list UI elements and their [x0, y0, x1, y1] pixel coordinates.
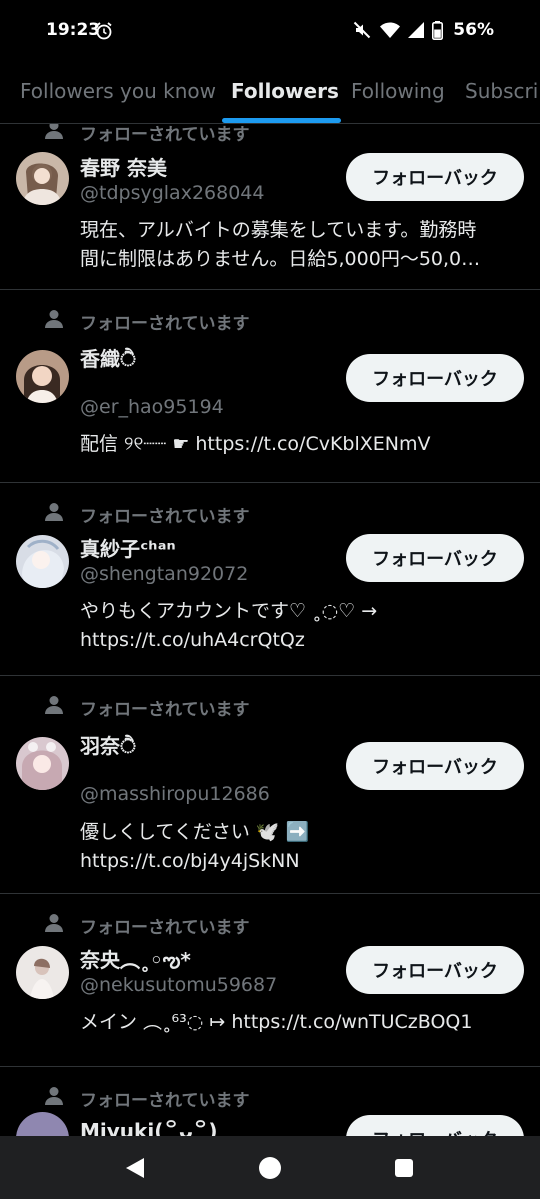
follower-list-item[interactable]: フォローされています 羽奈ੈ @masshiropu12686 フォローバック …	[0, 676, 540, 894]
follower-list[interactable]: フォローされています 春野 奈美 @tdpsyglax268044 フォローバッ…	[0, 124, 540, 1136]
avatar[interactable]	[16, 946, 69, 999]
follow-back-button[interactable]: フォローバック	[346, 534, 524, 582]
user-bio: メイン ︵˳⁶³◌ ↦ https://t.co/wnTUCzBOQ1	[80, 1011, 473, 1033]
wifi-icon	[380, 22, 401, 38]
display-name[interactable]: 羽奈ੈ	[80, 730, 136, 759]
followed-indicator: フォローされています	[0, 912, 540, 938]
follow-back-button[interactable]: フォローバック	[346, 742, 524, 790]
followed-label: フォローされています	[80, 314, 250, 334]
mute-icon	[354, 21, 371, 39]
tab-following[interactable]: Following	[351, 79, 445, 103]
signal-icon	[408, 22, 425, 38]
user-handle[interactable]: @masshiropu12686	[80, 783, 270, 805]
battery-icon	[432, 20, 444, 40]
system-navigation-bar	[0, 1136, 540, 1199]
follower-list-item[interactable]: フォローされています 香織ੈ @er_hao95194 フォローバック 配信 ୨…	[0, 290, 540, 483]
tab-followers[interactable]: Followers	[231, 79, 339, 103]
user-bio: 配信 ୨୧┈┈ ☛ https://t.co/CvKblXENmV	[80, 433, 431, 455]
followed-label: フォローされています	[80, 1091, 250, 1111]
followed-indicator: フォローされています	[0, 501, 540, 527]
display-name[interactable]: 奈央︵˳◦ఌ*	[80, 944, 191, 977]
followed-label: フォローされています	[80, 918, 250, 938]
user-bio: やりもくアカウントです♡ ˳◌♡ → https://t.co/uhA4crQt…	[80, 600, 378, 651]
display-name[interactable]: Miyuki(꒪ᴗ꒪)	[80, 1117, 217, 1136]
display-name[interactable]: 春野 奈美	[80, 152, 167, 181]
follower-list-item[interactable]: フォローされています 奈央︵˳◦ఌ* @nekusutomu59687 フォロー…	[0, 894, 540, 1067]
follow-back-button[interactable]: フォローバック	[346, 153, 524, 201]
status-time: 19:23	[46, 20, 101, 40]
followed-indicator: フォローされています	[0, 308, 540, 334]
battery-percentage: 56%	[453, 20, 494, 40]
follower-list-item[interactable]: フォローされています 春野 奈美 @tdpsyglax268044 フォローバッ…	[0, 124, 540, 290]
followed-label: フォローされています	[80, 507, 250, 527]
avatar[interactable]	[16, 737, 69, 790]
person-icon	[45, 124, 63, 139]
person-icon	[45, 914, 63, 932]
alarm-icon	[96, 22, 112, 40]
person-icon	[45, 503, 63, 521]
person-icon	[45, 1087, 63, 1105]
person-icon	[45, 696, 63, 714]
back-icon[interactable]	[124, 1156, 148, 1180]
user-bio: 現在、アルバイトの募集をしています。勤務時 間に制限はありません。日給5,000…	[80, 219, 481, 270]
tab-subscriptions[interactable]: Subscri	[465, 79, 538, 103]
avatar[interactable]	[16, 1112, 69, 1136]
followed-indicator: フォローされています	[0, 1085, 540, 1111]
followed-label: フォローされています	[80, 700, 250, 720]
recents-icon[interactable]	[395, 1159, 413, 1177]
active-tab-indicator	[222, 118, 341, 123]
tab-bar: Followers you know Followers Following S…	[0, 62, 540, 124]
display-name[interactable]: 香織ੈ	[80, 343, 136, 372]
avatar[interactable]	[16, 350, 69, 403]
status-bar: 19:23 56%	[0, 0, 540, 62]
follow-back-button[interactable]: フォローバック	[346, 946, 524, 994]
follow-back-button[interactable]: フォローバック	[346, 1115, 524, 1136]
user-handle[interactable]: @er_hao95194	[80, 396, 224, 418]
followed-label: フォローされています	[80, 125, 250, 145]
avatar[interactable]	[16, 152, 69, 205]
user-handle[interactable]: @shengtan92072	[80, 563, 248, 585]
follower-list-item[interactable]: フォローされています 真紗子ᶜʰᵃⁿ @shengtan92072 フォローバッ…	[0, 483, 540, 676]
user-bio: 優しくしてください 🕊️ ➡️ https://t.co/bj4y4jSkNN	[80, 821, 310, 872]
status-icons: 56%	[352, 20, 494, 40]
followed-indicator: フォローされています	[0, 124, 540, 145]
follow-back-button[interactable]: フォローバック	[346, 354, 524, 402]
person-icon	[45, 310, 63, 328]
user-handle[interactable]: @nekusutomu59687	[80, 974, 277, 996]
user-handle[interactable]: @tdpsyglax268044	[80, 182, 264, 204]
display-name[interactable]: 真紗子ᶜʰᵃⁿ	[80, 533, 176, 562]
avatar[interactable]	[16, 535, 69, 588]
follower-list-item[interactable]: フォローされています Miyuki(꒪ᴗ꒪) フォローバック	[0, 1067, 540, 1136]
tab-followers-you-know[interactable]: Followers you know	[20, 79, 216, 103]
home-icon[interactable]	[259, 1157, 281, 1179]
followed-indicator: フォローされています	[0, 694, 540, 720]
